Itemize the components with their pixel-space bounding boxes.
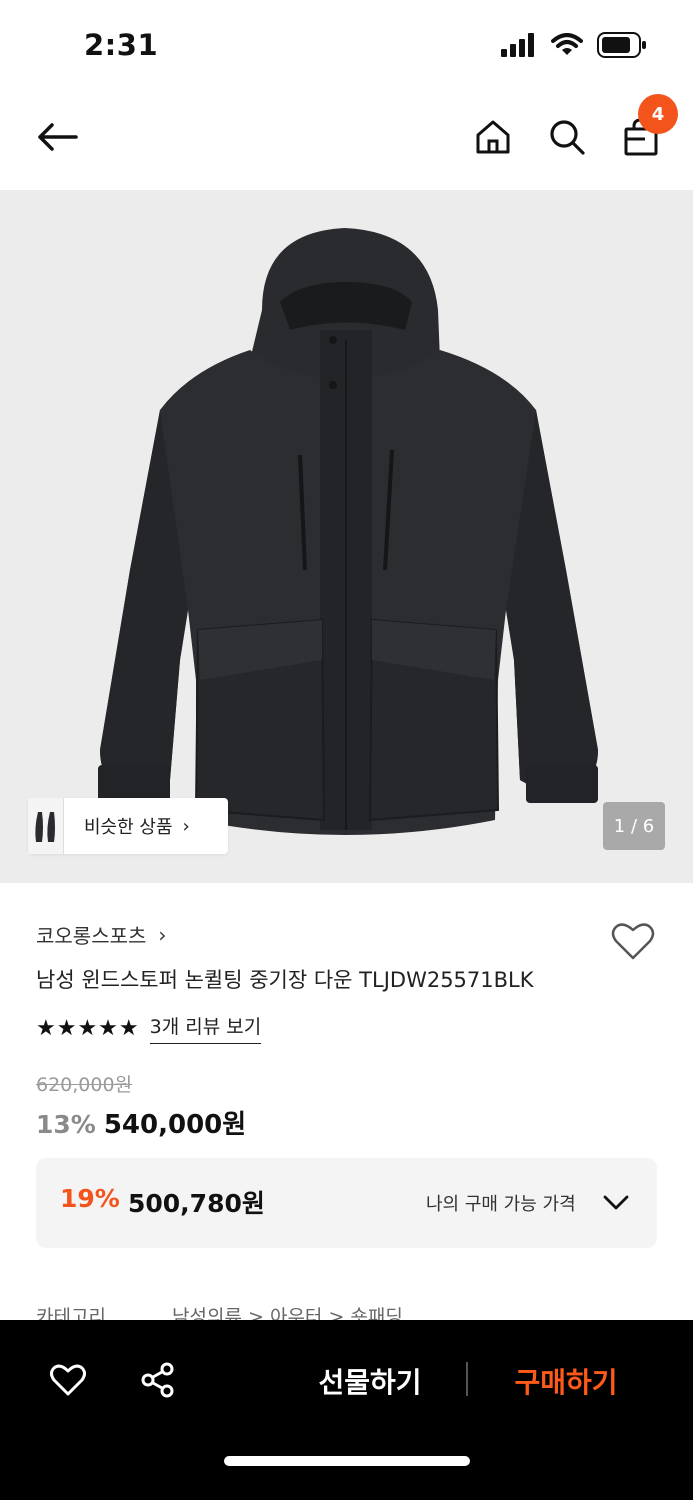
rating-stars: ★★★★★ [36,1015,140,1041]
search-button[interactable] [544,114,590,160]
heart-outline-icon [50,1364,86,1396]
back-button[interactable] [34,114,80,160]
bottom-action-bar: 선물하기 구매하기 [0,1320,693,1500]
category-label: 카테고리 [36,1306,106,1322]
similar-product-thumbnail [28,798,64,854]
my-price-discount: 19% [60,1184,120,1213]
bottom-wishlist-button[interactable] [46,1358,90,1402]
brand-name: 코오롱스포츠 [36,924,147,948]
review-link[interactable]: 3개 리뷰 보기 [149,1012,262,1044]
home-button[interactable] [470,114,516,160]
top-navigation [0,96,693,180]
cellular-signal-icon [501,33,534,57]
status-icons [501,32,647,58]
rating-row: ★★★★★ 3개 리뷰 보기 [36,1012,262,1044]
home-indicator [224,1456,470,1466]
product-image-gallery[interactable]: 비슷한 상품 › 1 / 6 [0,190,693,883]
similar-products-button[interactable]: 비슷한 상품 › [28,798,228,854]
share-icon [141,1362,174,1398]
gift-button[interactable]: 선물하기 [300,1358,440,1404]
chevron-down-icon [603,1195,629,1210]
search-icon [550,120,585,155]
sale-price-row: 13% 540,000원 [36,1104,246,1141]
sale-discount: 13% [36,1110,96,1139]
chevron-right-icon: › [182,815,190,837]
original-price: 620,000원 [36,1074,133,1096]
similar-products-label: 비슷한 상품 [84,817,173,838]
share-button[interactable] [136,1358,180,1402]
my-price-value: 500,780원 [128,1189,265,1218]
heart-outline-icon [611,923,655,960]
jacket-image [98,228,598,835]
my-price-dropdown[interactable]: 19% 500,780원 나의 구매 가능 가격 [36,1158,657,1248]
wifi-icon [551,33,583,55]
image-counter: 1 / 6 [603,802,665,850]
cart-count-badge: 4 [638,94,678,134]
battery-icon [597,32,646,58]
status-bar: 2:31 [0,0,693,90]
home-icon [476,120,510,154]
buy-button[interactable]: 구매하기 [496,1358,636,1404]
sale-price: 540,000원 [103,1110,247,1140]
product-title: 남성 윈드스토퍼 논퀼팅 중기장 다운 TLJDW25571BLK [36,968,534,992]
divider [466,1362,468,1396]
chevron-right-icon: › [158,922,167,947]
brand-link[interactable]: 코오롱스포츠 › [36,920,166,949]
my-price-label: 나의 구매 가능 가격 [426,1194,576,1215]
category-row: 카테고리 남성의류 > 아우터 > 숏패딩 [36,1302,403,1322]
status-time: 2:31 [84,28,159,62]
wishlist-button[interactable] [610,918,656,964]
back-arrow-icon [38,123,78,151]
